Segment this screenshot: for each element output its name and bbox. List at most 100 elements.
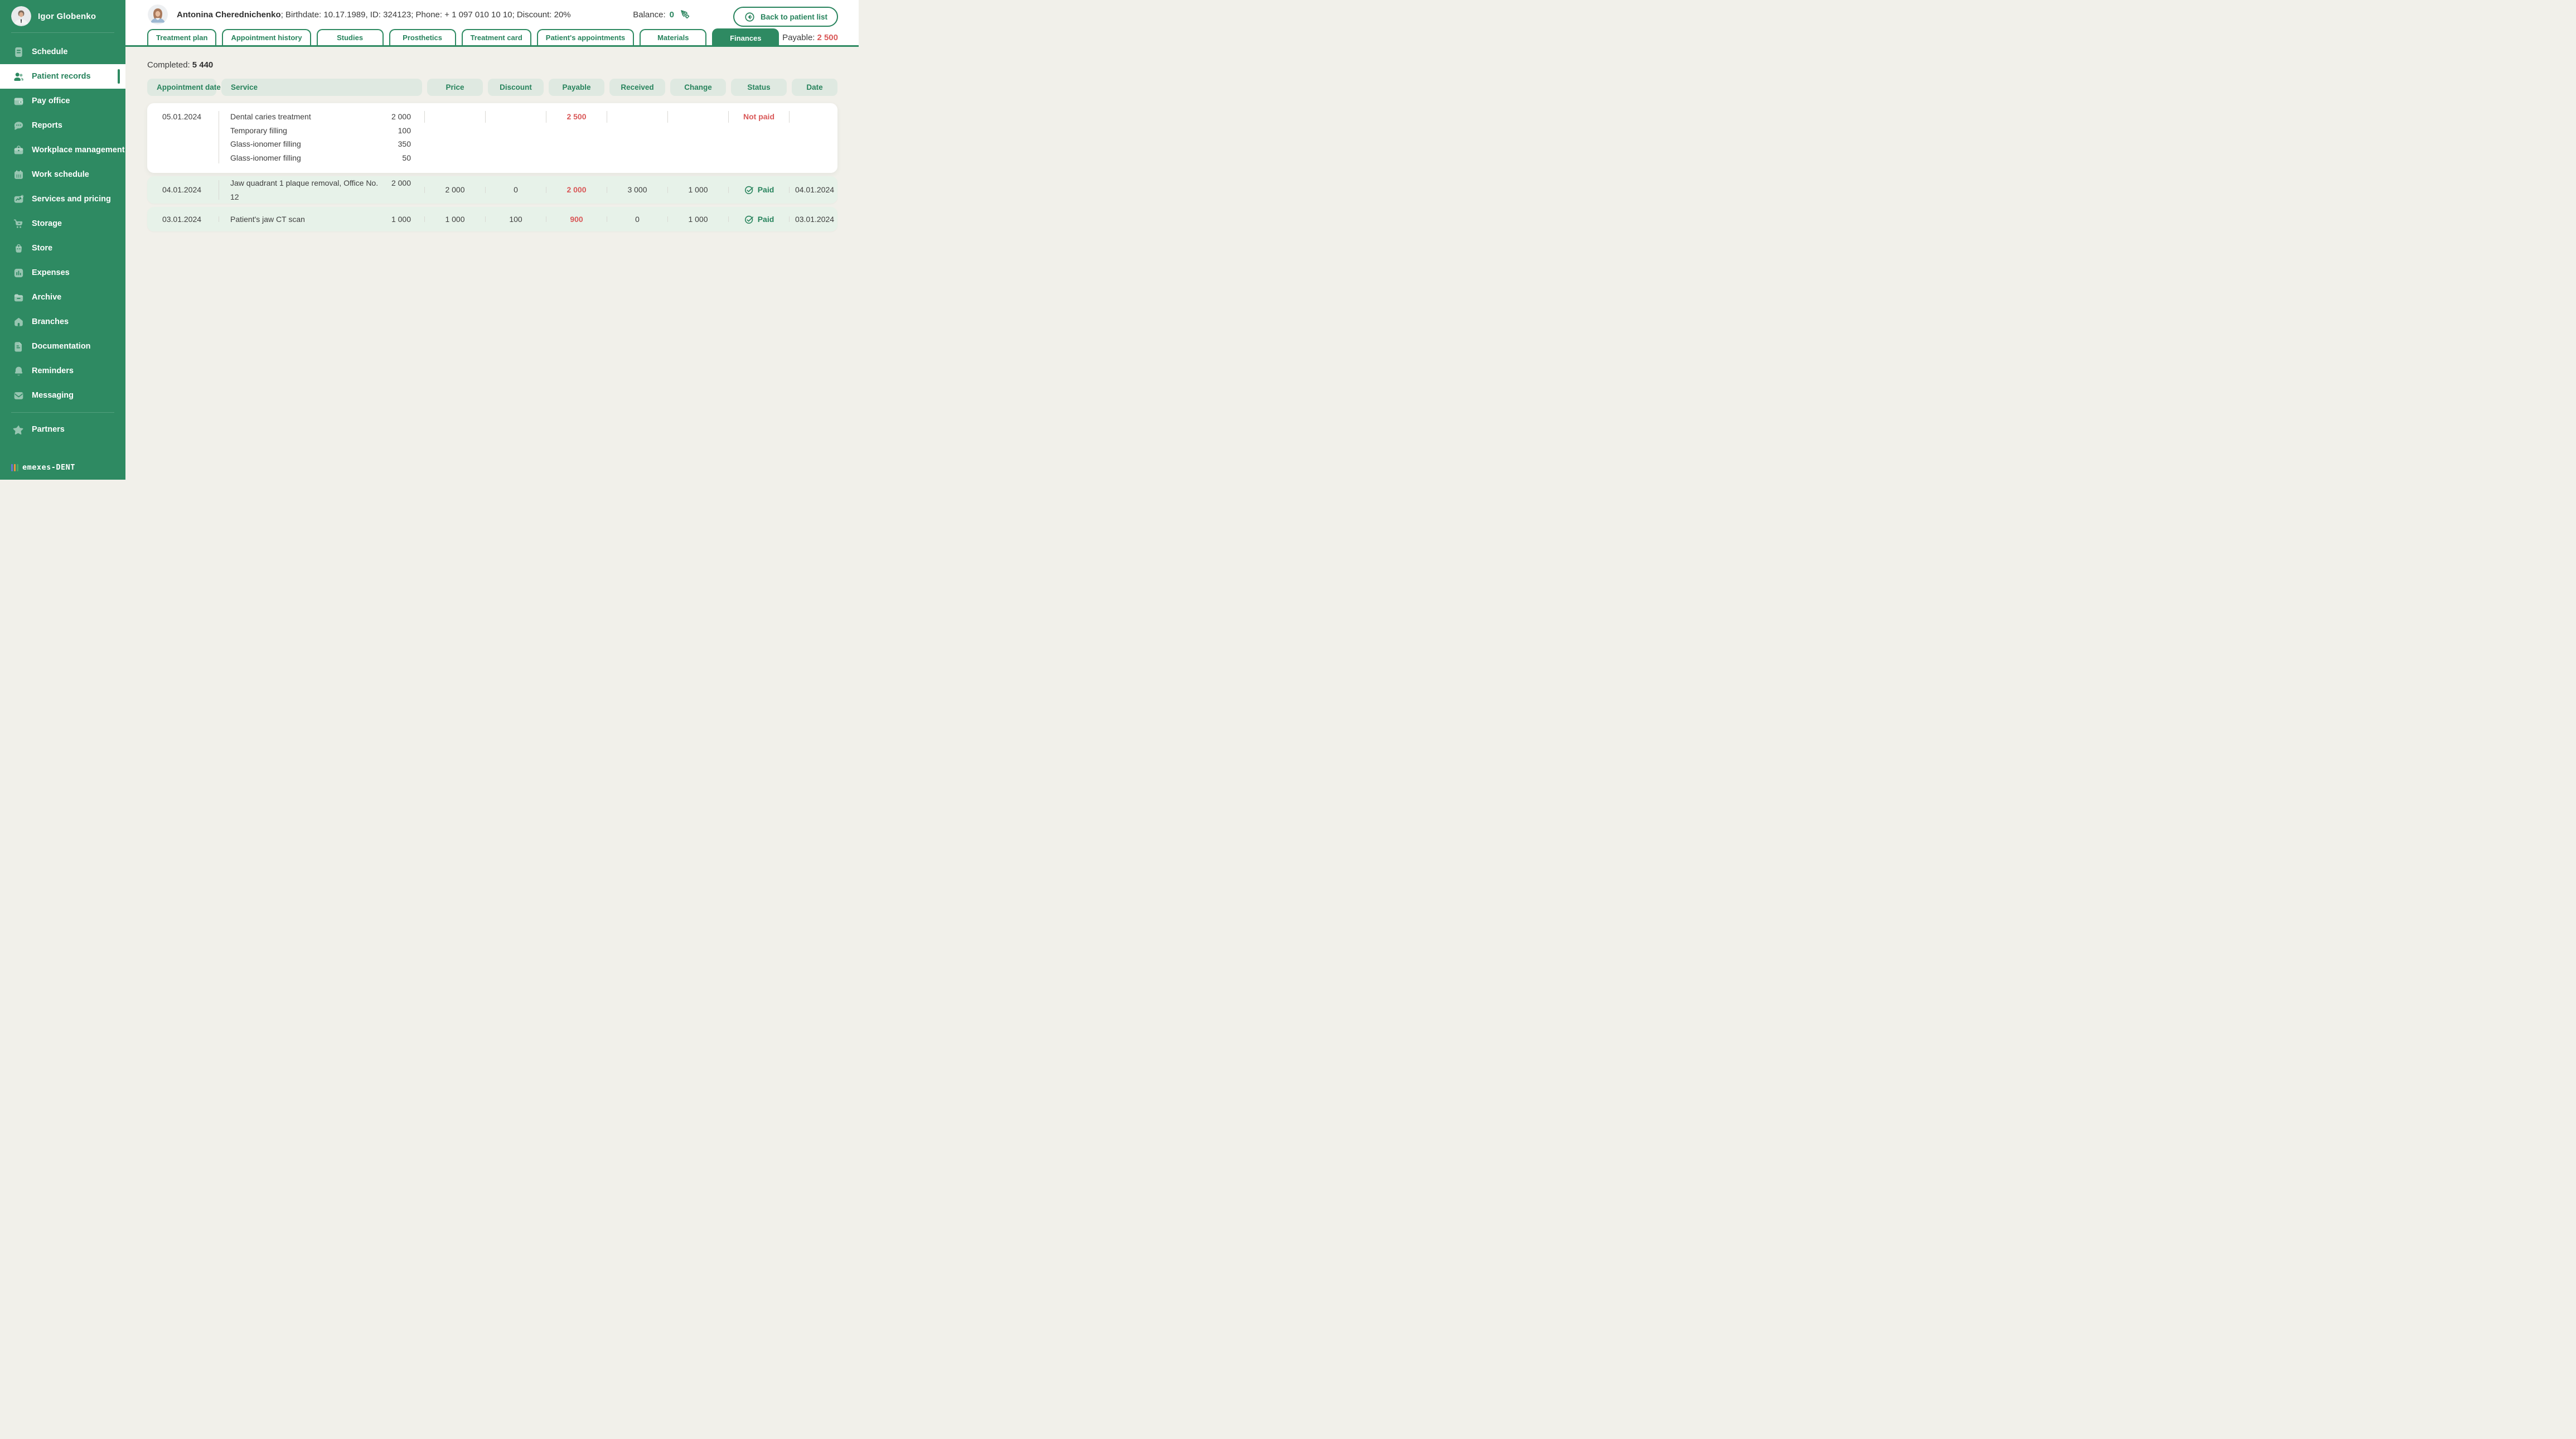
sidebar-item-label: Schedule (32, 47, 68, 56)
patient-header: Antonina Cherednichenko; Birthdate: 10.1… (125, 0, 859, 47)
service-name: Jaw quadrant 1 plaque removal, Office No… (230, 178, 379, 201)
service-line: Dental caries treatment 2 000 (221, 110, 422, 124)
table-row[interactable]: 05.01.2024 Dental caries treatment 2 000 Te… (147, 103, 837, 173)
sidebar-item-pay-office[interactable]: Pay office (0, 89, 125, 113)
sidebar-item-messaging[interactable]: Messaging (0, 383, 125, 408)
table-row[interactable]: 03.01.2024 Patient's jaw CT scan 1 000 1 00… (147, 207, 837, 231)
sidebar-item-branches[interactable]: Branches (0, 310, 125, 334)
cart-icon (12, 218, 25, 230)
back-to-patient-list-button[interactable]: Back to patient list (733, 7, 838, 27)
sidebar-item-storage[interactable]: Storage (0, 211, 125, 236)
sidebar-item-documentation[interactable]: Documentation (0, 334, 125, 359)
tab-treatment-plan[interactable]: Treatment plan (147, 29, 217, 45)
column-header-appointment-date: Appointment date (147, 79, 221, 96)
tab-patient-s-appointments[interactable]: Patient's appointments (536, 29, 635, 45)
table-row[interactable]: 04.01.2024 Jaw quadrant 1 plaque removal,… (147, 176, 837, 204)
sidebar-item-label: Services and pricing (32, 195, 111, 204)
service-amount: 50 (402, 153, 411, 162)
logo-bars-icon (11, 463, 18, 471)
change-cell (667, 110, 726, 124)
service-amount: 2 000 (391, 112, 411, 121)
tabs: Treatment plan Appointment history Studies… (147, 28, 779, 47)
sidebar-user[interactable]: Igor Globenko (0, 0, 125, 32)
tab-studies[interactable]: Studies (316, 29, 384, 45)
service-name: Patient's jaw CT scan (230, 214, 305, 224)
sidebar-item-label: Expenses (32, 268, 70, 277)
service-cell: Jaw quadrant 1 plaque removal, Office No… (219, 176, 422, 204)
date-cell: 03.01.2024 (789, 213, 837, 226)
column-header-payable: Payable (549, 79, 604, 96)
appointment-date-cell: 03.01.2024 (162, 214, 202, 224)
service-amount: 1 000 (391, 214, 411, 224)
folder-icon (12, 291, 25, 304)
tab-finances[interactable]: Finances (712, 28, 779, 47)
back-button-label: Back to patient list (760, 12, 827, 21)
patient-avatar (148, 4, 168, 25)
sidebar-item-services-and-pricing[interactable]: Services and pricing (0, 187, 125, 211)
service-name: Temporary filling (230, 125, 287, 135)
status-cell: Paid (728, 213, 787, 226)
status-cell: Paid (728, 183, 787, 197)
sidebar-item-label: Branches (32, 317, 69, 326)
sidebar-item-label: Store (32, 244, 53, 253)
balance-label: Balance: (633, 9, 666, 20)
sidebar-item-patient-records[interactable]: Patient records (0, 64, 125, 89)
document-icon (12, 340, 25, 353)
change-cell: 1 000 (667, 213, 726, 226)
price-cell: 2 000 (424, 183, 483, 197)
mail-icon (12, 389, 25, 402)
sidebar-item-label: Reports (32, 121, 62, 130)
sidebar-item-archive[interactable]: Archive (0, 285, 125, 310)
sidebar-item-label: Patient records (32, 72, 91, 81)
edit-balance-pen-icon[interactable] (680, 9, 691, 20)
patient-name: Antonina Cherednichenko (177, 9, 281, 20)
home-icon (12, 316, 25, 329)
finances-content: Completed: 5 440 Appointment date Service P… (125, 47, 859, 480)
sidebar-item-expenses[interactable]: Expenses (0, 260, 125, 285)
sidebar-item-store[interactable]: Store (0, 236, 125, 260)
sidebar-item-reports[interactable]: Reports (0, 113, 125, 138)
sidebar-item-schedule[interactable]: Schedule (0, 40, 125, 64)
status-badge: Paid (757, 214, 774, 224)
bag-icon (12, 242, 25, 255)
status-badge: Not paid (743, 112, 774, 121)
sidebar-item-workplace-management[interactable]: Workplace management (0, 138, 125, 162)
sidebar-item-label: Archive (32, 293, 62, 302)
table-header-row: Appointment date Service Price Discount Paya… (147, 79, 837, 96)
service-cell: Patient's jaw CT scan 1 000 (219, 213, 422, 226)
date-cell (789, 110, 837, 124)
sidebar-item-reminders[interactable]: Reminders (0, 359, 125, 383)
service-name: Dental caries treatment (230, 112, 311, 121)
change-cell: 1 000 (667, 183, 726, 197)
payable-summary: Payable: 2 500 (782, 33, 838, 45)
status-badge: Paid (757, 185, 774, 195)
tab-materials[interactable]: Materials (640, 29, 707, 45)
service-line: Patient's jaw CT scan 1 000 (221, 213, 422, 226)
tab-treatment-card[interactable]: Treatment card (461, 29, 531, 45)
logo-text: emexes-DENT (22, 463, 75, 472)
sidebar-item-partners[interactable]: Partners (0, 417, 125, 442)
tab-prosthetics[interactable]: Prosthetics (389, 29, 456, 45)
completed-summary: Completed: 5 440 (147, 60, 837, 70)
sidebar-item-label: Storage (32, 219, 62, 228)
tab-appointment-history[interactable]: Appointment history (222, 29, 311, 45)
brand-logo: emexes-DENT (0, 457, 125, 480)
sidebar-divider (11, 412, 114, 413)
sidebar-item-label: Partners (32, 425, 65, 434)
column-header-change: Change (670, 79, 726, 96)
calendar-icon (12, 168, 25, 181)
appointment-date-cell: 04.01.2024 (162, 185, 202, 195)
payable-cell: 900 (546, 213, 604, 226)
column-header-price: Price (427, 79, 483, 96)
paid-check-icon (744, 185, 754, 195)
payable-cell: 2 000 (546, 183, 604, 197)
column-header-discount: Discount (488, 79, 544, 96)
column-header-received: Received (609, 79, 665, 96)
sidebar-item-work-schedule[interactable]: Work schedule (0, 162, 125, 187)
sidebar: Igor Globenko Schedule Patient records Pay… (0, 0, 125, 480)
sidebar-nav: Schedule Patient records Pay office Reports… (0, 36, 125, 457)
user-avatar (11, 6, 31, 26)
sidebar-item-label: Messaging (32, 391, 74, 400)
price-cell (424, 110, 483, 124)
service-name: Glass-ionomer filling (230, 153, 301, 162)
